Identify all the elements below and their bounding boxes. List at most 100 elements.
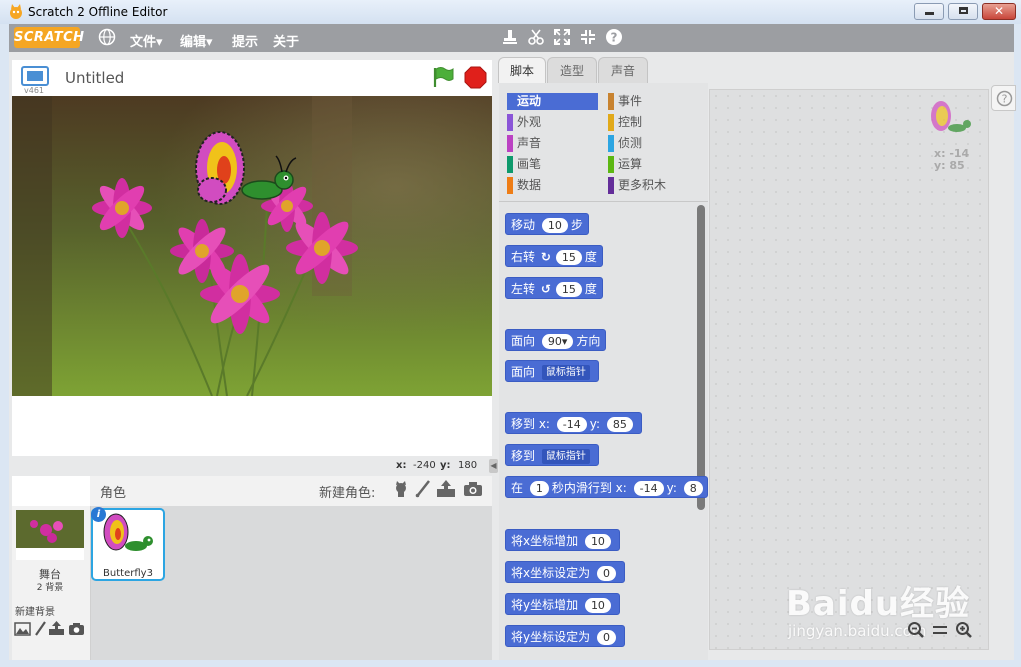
category-label: 事件 xyxy=(618,94,643,108)
motion-block-9[interactable]: 将x坐标设定为 0 xyxy=(505,561,625,583)
close-button[interactable]: ✕ xyxy=(982,3,1016,20)
zoom-reset-icon[interactable] xyxy=(932,623,948,637)
block-text: 移动 xyxy=(511,218,536,232)
block-dropdown[interactable]: 鼠标指针 xyxy=(541,449,590,464)
category-right-1[interactable]: 控制 xyxy=(608,114,696,131)
category-color-swatch xyxy=(608,114,614,131)
block-input[interactable]: 10 xyxy=(541,218,568,233)
choose-sprite-library-icon[interactable] xyxy=(392,480,410,498)
menu-about[interactable]: 关于 xyxy=(273,31,299,50)
motion-block-10[interactable]: 将y坐标增加 10 xyxy=(505,593,620,615)
tab-sounds[interactable]: 声音 xyxy=(598,57,648,83)
block-input[interactable]: 90▾ xyxy=(541,334,574,349)
maximize-button[interactable] xyxy=(948,3,978,20)
block-text: 秒内滑行到 x: xyxy=(551,481,627,495)
motion-block-3[interactable]: 面向 90▾ 方向 xyxy=(505,329,607,351)
category-left-0[interactable]: 运动 xyxy=(507,93,598,110)
motion-block-6[interactable]: 移到 鼠标指针 xyxy=(505,444,599,466)
motion-block-5[interactable]: 移到 x: -14 y: 85 xyxy=(505,412,642,434)
script-area[interactable] xyxy=(709,89,989,650)
zoom-in-icon[interactable] xyxy=(955,621,973,639)
category-right-4[interactable]: 更多积木 xyxy=(608,177,696,194)
category-left-4[interactable]: 数据 xyxy=(507,177,598,194)
block-text: y: xyxy=(589,417,601,431)
category-right-2[interactable]: 侦测 xyxy=(608,135,696,152)
project-title-field[interactable]: Untitled xyxy=(65,69,124,87)
new-sprite-label: 新建角色: xyxy=(319,486,376,501)
menu-tips[interactable]: 提示 xyxy=(232,31,258,50)
palette-scrollbar[interactable] xyxy=(697,205,705,510)
category-label: 运动 xyxy=(517,94,542,108)
block-input[interactable]: 15 xyxy=(555,282,582,297)
category-left-2[interactable]: 声音 xyxy=(507,135,598,152)
block-text: 右转 xyxy=(511,250,536,264)
block-input[interactable]: -14 xyxy=(633,481,664,496)
stage-thumbnail[interactable] xyxy=(16,510,84,560)
mouse-x-value: -240 xyxy=(413,460,436,471)
motion-block-7[interactable]: 在 1 秒内滑行到 x: -14 y: 8 xyxy=(505,476,708,498)
minimize-icon xyxy=(924,12,934,15)
paint-backdrop-icon[interactable] xyxy=(34,621,46,637)
block-text: 面向 xyxy=(511,365,536,379)
backdrop-library-icon[interactable] xyxy=(14,622,31,636)
cut-scissors-icon[interactable] xyxy=(527,28,545,46)
paint-new-sprite-icon[interactable] xyxy=(415,480,431,498)
zoom-out-icon[interactable] xyxy=(907,621,925,639)
block-text: 左转 xyxy=(511,282,536,296)
block-text: 步 xyxy=(570,218,583,232)
camera-backdrop-icon[interactable] xyxy=(68,622,85,636)
motion-block-1[interactable]: 右转 ↻ 15 度 xyxy=(505,245,603,267)
green-flag-icon[interactable] xyxy=(431,66,455,88)
block-input[interactable]: 85 xyxy=(606,417,633,432)
stop-sign-icon[interactable] xyxy=(464,66,487,89)
tab-scripts[interactable]: 脚本 xyxy=(498,57,546,83)
category-left-3[interactable]: 画笔 xyxy=(507,156,598,173)
block-text: 将x坐标设定为 xyxy=(511,566,591,580)
block-input[interactable]: 8 xyxy=(683,481,703,496)
category-right-0[interactable]: 事件 xyxy=(608,93,696,110)
block-input[interactable]: 0 xyxy=(596,630,616,645)
block-help-button[interactable]: ? xyxy=(991,85,1016,111)
block-input[interactable]: 0 xyxy=(596,566,616,581)
block-input[interactable]: 15 xyxy=(555,250,582,265)
category-label: 侦测 xyxy=(618,136,643,150)
motion-block-0[interactable]: 移动 10 步 xyxy=(505,213,589,235)
scratch-logo[interactable]: SCRATCH xyxy=(14,27,84,48)
globe-language-icon[interactable] xyxy=(98,28,116,46)
category-color-swatch xyxy=(608,156,614,173)
minimize-button[interactable] xyxy=(914,3,944,20)
menu-file[interactable]: 文件▾ xyxy=(130,31,163,50)
motion-block-2[interactable]: 左转 ↺ 15 度 xyxy=(505,277,603,299)
category-left-1[interactable]: 外观 xyxy=(507,114,598,131)
category-right-3[interactable]: 运算 xyxy=(608,156,696,173)
sprites-heading: 角色 xyxy=(100,486,127,501)
menu-edit[interactable]: 编辑▾ xyxy=(180,31,213,50)
tab-costumes[interactable]: 造型 xyxy=(547,57,597,83)
stage-canvas[interactable] xyxy=(12,96,492,456)
duplicate-stamp-icon[interactable] xyxy=(501,28,519,46)
motion-block-8[interactable]: 将x坐标增加 10 xyxy=(505,529,620,551)
svg-text:?: ? xyxy=(611,31,618,45)
upload-backdrop-icon[interactable] xyxy=(48,621,65,636)
sprite-panel-header xyxy=(90,476,492,507)
grow-icon[interactable] xyxy=(553,28,571,46)
block-input[interactable]: -14 xyxy=(556,417,587,432)
block-input[interactable]: 10 xyxy=(584,534,611,549)
category-color-swatch xyxy=(507,177,513,194)
help-icon[interactable]: ? xyxy=(605,28,623,46)
block-input[interactable]: 1 xyxy=(529,481,549,496)
category-color-swatch xyxy=(608,177,614,194)
block-input[interactable]: 10 xyxy=(584,598,611,613)
block-dropdown[interactable]: 鼠标指针 xyxy=(541,365,590,380)
shrink-icon[interactable] xyxy=(579,28,597,46)
motion-block-4[interactable]: 面向 鼠标指针 xyxy=(505,360,599,382)
fullscreen-presentation-icon[interactable] xyxy=(21,66,49,86)
collapse-stage-icon[interactable]: ◀ xyxy=(489,459,498,473)
close-icon: ✕ xyxy=(993,4,1005,18)
mouse-x-label: x: xyxy=(396,460,407,471)
camera-new-sprite-icon[interactable] xyxy=(463,481,483,497)
maximize-icon xyxy=(958,7,968,14)
block-text: 面向 xyxy=(511,334,536,348)
upload-sprite-icon[interactable] xyxy=(436,480,456,498)
motion-block-11[interactable]: 将y坐标设定为 0 xyxy=(505,625,625,647)
